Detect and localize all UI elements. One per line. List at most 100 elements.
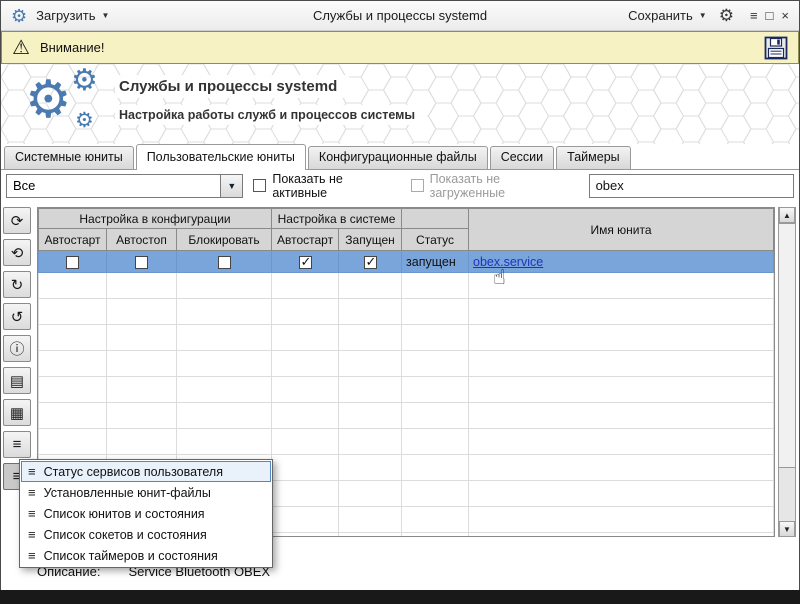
gear-icon: ⚙ <box>25 74 72 126</box>
status-cell: запущен <box>402 251 469 273</box>
titlebar-right: Сохранить ▼ ⚙ ≡ □ × <box>574 7 789 24</box>
table-group-header-row: Настройка в конфигурации Настройка в сис… <box>39 209 774 229</box>
checkbox-box[interactable] <box>411 179 424 192</box>
list-button[interactable]: ≡ <box>3 431 31 458</box>
window-menu-icon[interactable]: ≡ <box>750 9 758 22</box>
save-button-label: Сохранить <box>628 8 693 23</box>
running-checkbox[interactable] <box>364 256 377 269</box>
menu-item-units-list[interactable]: ≡ Список юнитов и состояния <box>21 503 271 524</box>
combo-dropdown-button[interactable]: ▼ <box>220 175 242 197</box>
config-file-icon: ▤ <box>10 372 24 390</box>
unit-scope-combo[interactable]: Все ▼ <box>6 174 243 198</box>
menu-item-installed-unit-files[interactable]: ≡ Установленные юнит-файлы <box>21 482 271 503</box>
chevron-down-icon: ▼ <box>227 181 236 191</box>
warning-bar: ⚠ Внимание! <box>1 31 799 64</box>
search-input[interactable] <box>589 174 794 198</box>
autostart-cfg-checkbox[interactable] <box>66 256 79 269</box>
header-text: Службы и процессы systemd Настройка рабо… <box>115 75 427 125</box>
gear-icon: ⚙ <box>75 110 94 131</box>
menu-item-label: Установленные юнит-файлы <box>44 486 211 500</box>
menu-item-sockets-list[interactable]: ≡ Список сокетов и состояния <box>21 524 271 545</box>
list-icon: ≡ <box>28 486 36 499</box>
chevron-down-icon: ▼ <box>699 11 707 20</box>
menu-item-user-services-status[interactable]: ≡ Статус сервисов пользователя <box>21 461 271 482</box>
reload-config-button[interactable]: ⟲ <box>3 239 31 266</box>
page-header: ⚙ ⚙ ⚙ Службы и процессы systemd Настройк… <box>1 64 799 144</box>
tab-user-units[interactable]: Пользовательские юниты <box>136 144 306 170</box>
empty-row <box>39 403 774 429</box>
app-gear-icon: ⚙ <box>11 7 27 25</box>
window-close-icon[interactable]: × <box>781 9 789 22</box>
arrow-down-icon: ▼ <box>783 525 791 534</box>
checkbox-box[interactable] <box>253 179 266 192</box>
list-icon: ≡ <box>28 528 36 541</box>
revert-button[interactable]: ↺ <box>3 303 31 330</box>
column-header-autostart-cfg: Автостарт <box>39 229 107 251</box>
tab-bar: Системные юниты Пользовательские юниты К… <box>1 144 799 170</box>
info-button[interactable]: ⓘ <box>3 335 31 362</box>
load-button[interactable]: Загрузить ▼ <box>36 8 109 23</box>
restart-icon: ↻ <box>11 276 24 294</box>
filter-row: Все ▼ Показать не активные Показать не з… <box>1 170 799 201</box>
show-unloaded-label: Показать не загруженные <box>430 172 579 200</box>
journal-button[interactable]: ▦ <box>3 399 31 426</box>
left-toolbar: ⟳ ⟲ ↻ ↺ ⓘ ▤ ▦ ≡ ≡ <box>3 207 34 490</box>
save-file-button[interactable] <box>764 36 788 60</box>
menu-item-label: Список юнитов и состояния <box>44 507 205 521</box>
scrollbar-thumb[interactable] <box>778 223 796 468</box>
page-title: Службы и процессы systemd <box>115 75 349 98</box>
group-header-system: Настройка в системе <box>272 209 402 229</box>
column-header-running: Запущен <box>339 229 402 251</box>
show-inactive-checkbox[interactable]: Показать не активные <box>253 172 400 200</box>
menu-item-timers-list[interactable]: ≡ Список таймеров и состояния <box>21 545 271 566</box>
combo-value: Все <box>7 178 220 193</box>
tab-sessions[interactable]: Сессии <box>490 146 554 169</box>
status-lists-menu: ≡ Статус сервисов пользователя ≡ Установ… <box>19 459 273 568</box>
column-header-autostart-sys: Автостарт <box>272 229 339 251</box>
titlebar-left: ⚙ Загрузить ▼ <box>11 7 226 25</box>
show-unloaded-checkbox[interactable]: Показать не загруженные <box>411 172 579 200</box>
reload-config-icon: ⟲ <box>11 244 24 262</box>
group-header-config: Настройка в конфигурации <box>39 209 272 229</box>
block-checkbox[interactable] <box>218 256 231 269</box>
restart-button[interactable]: ↻ <box>3 271 31 298</box>
load-button-label: Загрузить <box>36 8 95 23</box>
group-header-empty <box>402 209 469 229</box>
tab-system-units[interactable]: Системные юниты <box>4 146 134 169</box>
diskette-icon <box>764 36 788 60</box>
tab-timers[interactable]: Таймеры <box>556 146 631 169</box>
scroll-up-button[interactable]: ▲ <box>779 207 795 223</box>
refresh-icon: ⟳ <box>11 212 24 230</box>
revert-icon: ↺ <box>11 308 24 326</box>
column-header-block: Блокировать <box>177 229 272 251</box>
vertical-scrollbar[interactable]: ▲ ▼ <box>778 207 796 537</box>
warning-label: Внимание! <box>40 40 105 55</box>
desktop: ⚙ Загрузить ▼ Службы и процессы systemd … <box>0 0 800 604</box>
list-icon: ≡ <box>28 507 36 520</box>
arrow-up-icon: ▲ <box>783 211 791 220</box>
menu-item-label: Статус сервисов пользователя <box>44 465 223 479</box>
list-icon: ≡ <box>28 549 36 562</box>
gear-icon: ⚙ <box>71 66 98 96</box>
menu-item-label: Список сокетов и состояния <box>44 528 207 542</box>
column-header-autostop: Автостоп <box>107 229 177 251</box>
list-icon: ≡ <box>13 436 22 453</box>
autostop-checkbox[interactable] <box>135 256 148 269</box>
empty-row <box>39 351 774 377</box>
refresh-button[interactable]: ⟳ <box>3 207 31 234</box>
window-restore-icon[interactable]: □ <box>766 9 774 22</box>
config-file-button[interactable]: ▤ <box>3 367 31 394</box>
window-title: Службы и процессы systemd <box>226 8 574 23</box>
list-icon: ≡ <box>28 465 36 478</box>
scroll-down-button[interactable]: ▼ <box>779 521 795 537</box>
window-controls: ≡ □ × <box>750 9 789 22</box>
unit-name-link[interactable]: obex.service <box>473 255 543 269</box>
empty-row <box>39 273 774 299</box>
column-header-unit-name: Имя юнита <box>469 209 774 251</box>
autostart-sys-checkbox[interactable] <box>299 256 312 269</box>
tab-config-files[interactable]: Конфигурационные файлы <box>308 146 488 169</box>
settings-gear-icon[interactable]: ⚙ <box>719 7 734 24</box>
info-icon: ⓘ <box>9 338 24 359</box>
save-button[interactable]: Сохранить ▼ <box>628 8 707 23</box>
table-row-obex[interactable]: запущен obex.service <box>39 251 774 273</box>
